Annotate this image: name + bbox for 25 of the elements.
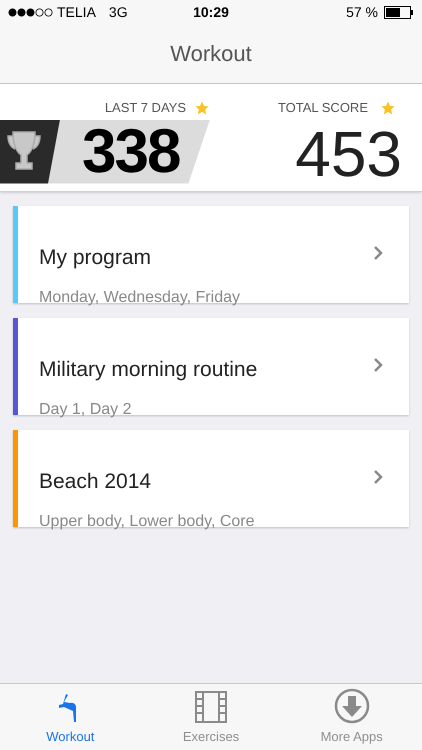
star-icon: [380, 100, 396, 116]
battery-percent: 57 %: [346, 2, 378, 22]
program-title: Beach 2014: [39, 469, 152, 495]
tab-item[interactable]: Workout: [0, 684, 141, 750]
chevron-icon: [373, 468, 383, 484]
program-card[interactable]: My program Monday, Wednesday, Friday: [13, 206, 409, 303]
score-label: TOTAL SCORE: [278, 99, 368, 117]
film-icon: [194, 690, 228, 724]
program-card[interactable]: Military morning routine Day 1, Day 2: [13, 318, 409, 415]
signal-icon: [8, 8, 54, 16]
network-type: 3G: [108, 2, 128, 22]
download-icon: [334, 688, 370, 724]
nav-title: Workout: [170, 40, 252, 68]
star-icon: [194, 100, 210, 116]
program-title: My program: [39, 245, 152, 271]
total-score: 453: [295, 118, 402, 190]
carrier-name: TELIA: [57, 2, 96, 22]
program-title: Military morning routine: [39, 357, 258, 383]
chevron-icon: [373, 356, 383, 372]
battery-icon: [384, 6, 414, 18]
score-label: LAST 7 DAYS: [104, 99, 186, 117]
recent-score: 338: [82, 116, 180, 188]
status-time: 10:29: [193, 2, 229, 22]
chevron-icon: [373, 244, 383, 260]
program-card[interactable]: Beach 2014 Upper body, Lower body, Core: [13, 430, 409, 527]
